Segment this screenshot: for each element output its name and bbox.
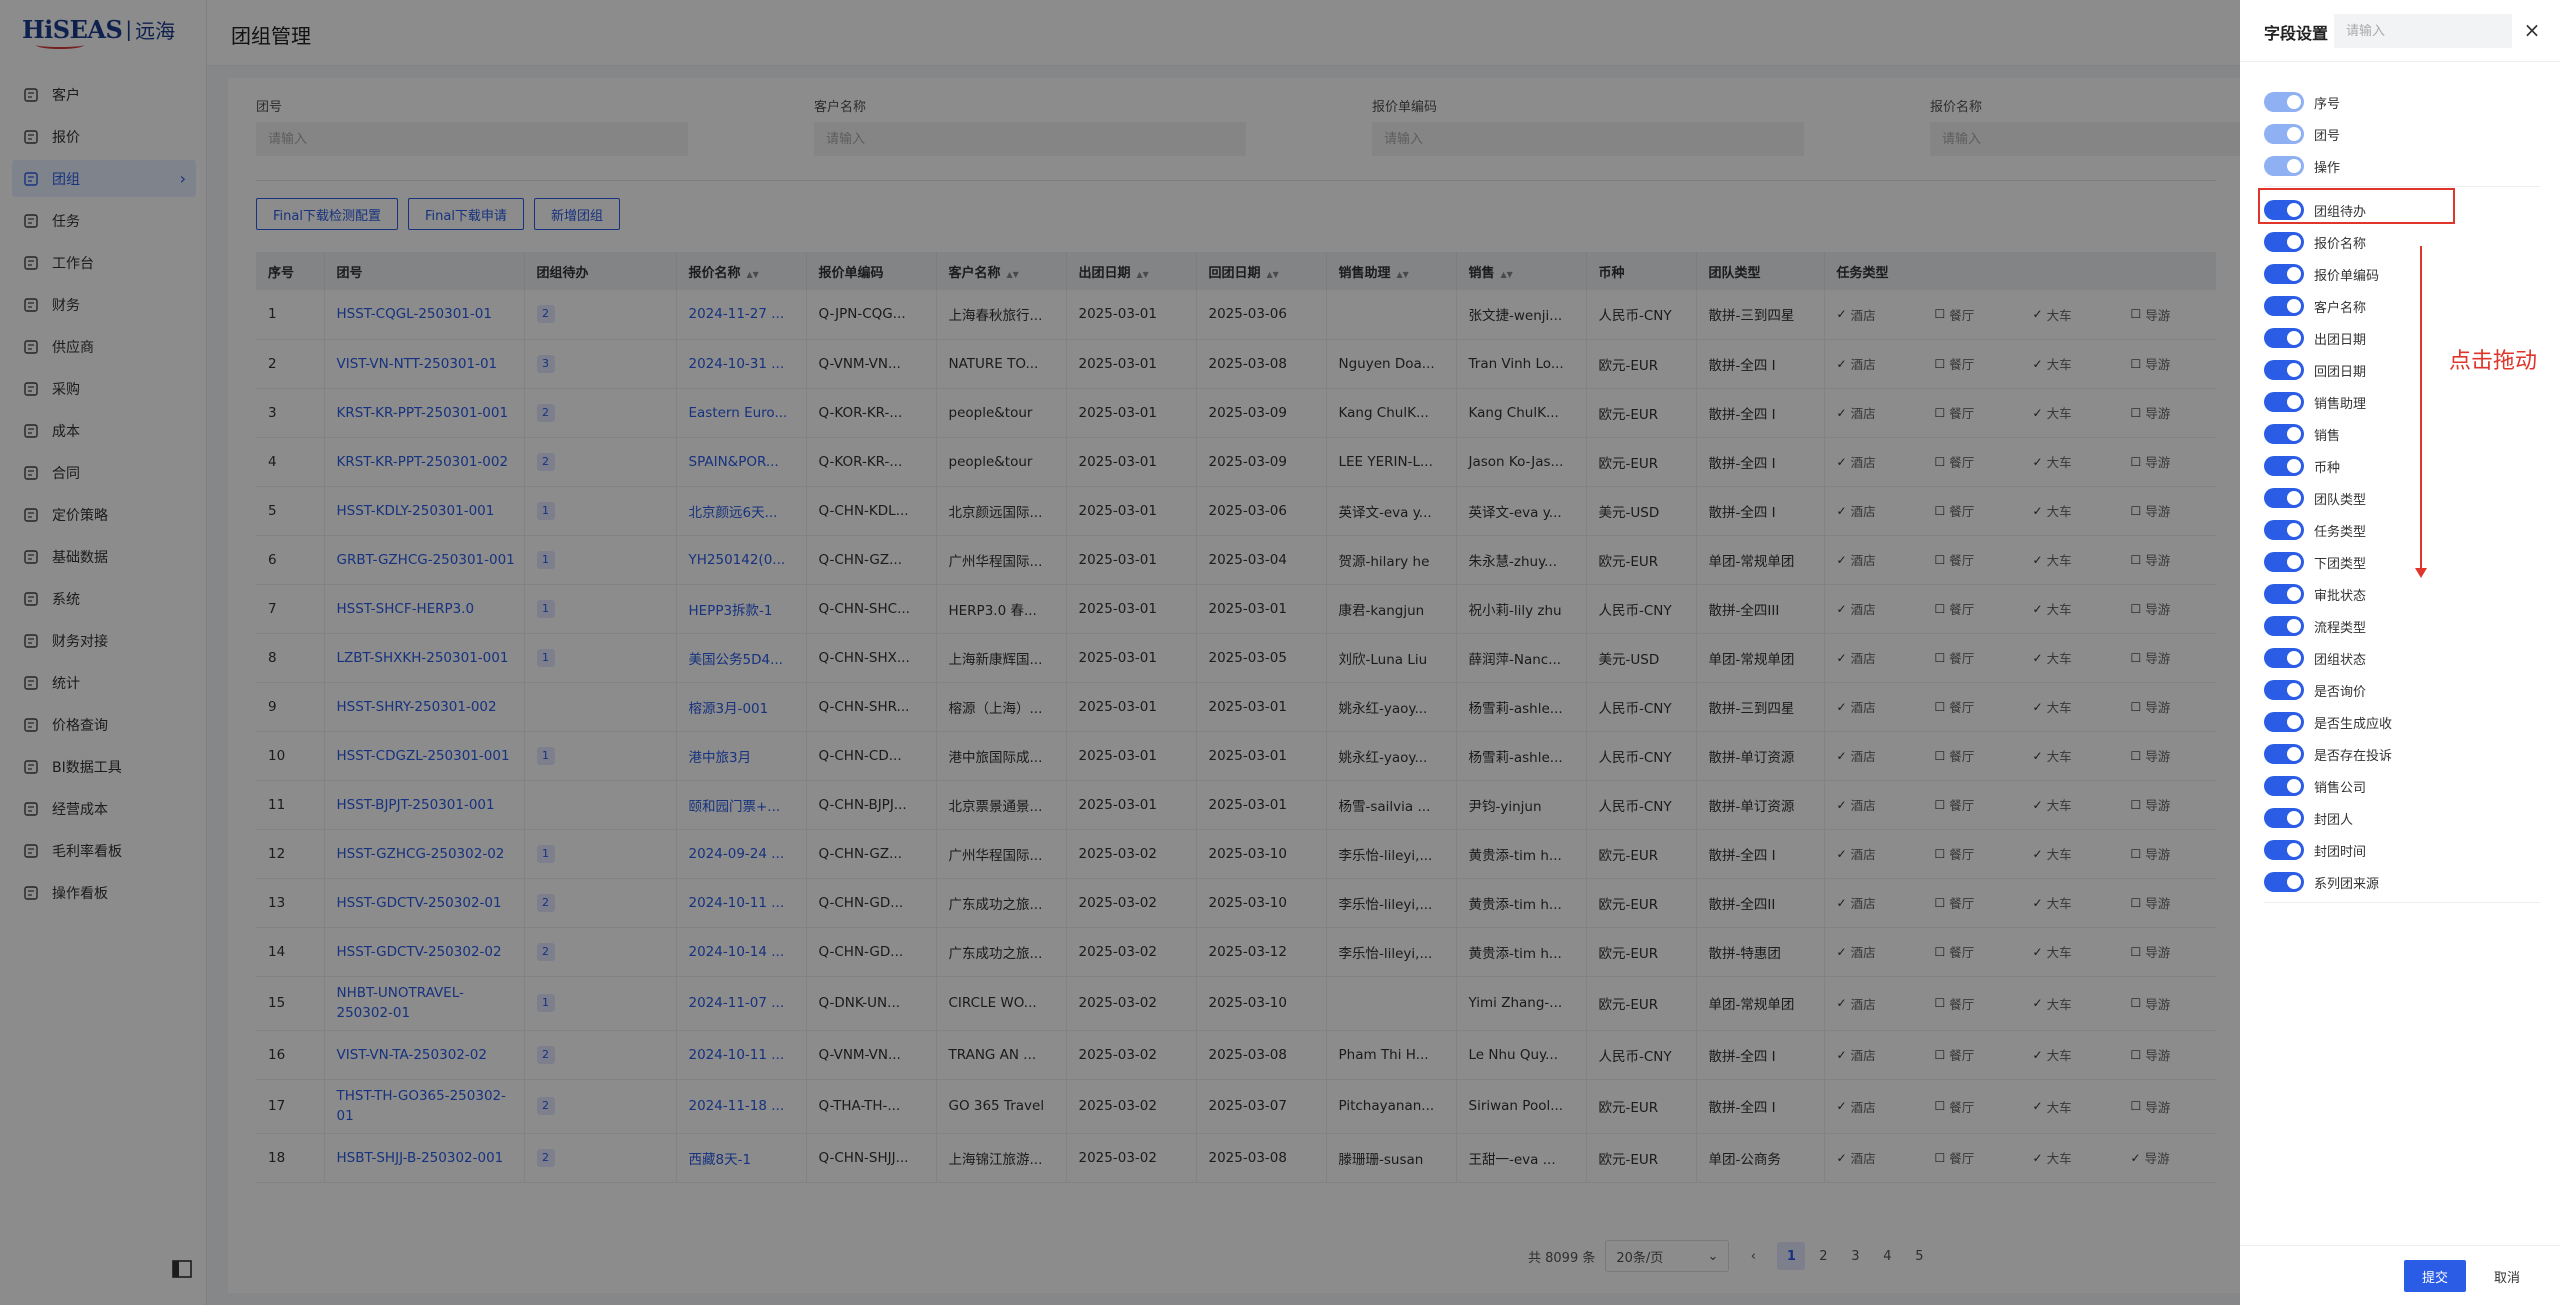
field-row[interactable]: 下团类型 — [2264, 548, 2366, 576]
field-toggle[interactable] — [2264, 552, 2304, 572]
field-row[interactable]: 流程类型 — [2264, 612, 2366, 640]
field-toggle[interactable] — [2264, 840, 2304, 860]
field-toggle[interactable] — [2264, 360, 2304, 380]
field-label: 报价名称 — [2314, 236, 2367, 252]
field-row[interactable]: 回团日期 — [2264, 356, 2366, 384]
field-label: 销售助理 — [2314, 396, 2367, 412]
field-row[interactable]: 封团人 — [2264, 804, 2353, 832]
field-toggle[interactable] — [2264, 808, 2304, 828]
drawer-footer: 提交 取消 — [2240, 1245, 2560, 1305]
field-row[interactable]: 销售 — [2264, 420, 2340, 448]
field-label: 序号 — [2314, 96, 2341, 112]
field-label: 流程类型 — [2314, 620, 2367, 636]
field-toggle[interactable] — [2264, 648, 2304, 668]
field-label: 客户名称 — [2314, 300, 2367, 316]
field-toggle[interactable] — [2264, 328, 2304, 348]
field-row[interactable]: 审批状态 — [2264, 580, 2366, 608]
field-label: 是否生成应收 — [2314, 716, 2393, 732]
field-row[interactable]: 系列团来源 — [2264, 868, 2379, 896]
field-toggle[interactable] — [2264, 680, 2304, 700]
locked-toggle — [2264, 156, 2304, 176]
field-row[interactable]: 销售助理 — [2264, 388, 2366, 416]
field-row[interactable]: 团组状态 — [2264, 644, 2366, 672]
field-row-locked: 团号 — [2264, 120, 2340, 148]
field-label: 销售 — [2314, 428, 2341, 444]
field-toggle[interactable] — [2264, 616, 2304, 636]
field-row-locked: 序号 — [2264, 88, 2340, 116]
field-row[interactable]: 是否询价 — [2264, 676, 2366, 704]
highlight-box — [2258, 188, 2455, 224]
field-label: 是否存在投诉 — [2314, 748, 2393, 764]
field-toggle[interactable] — [2264, 296, 2304, 316]
field-label: 封团人 — [2314, 812, 2354, 828]
submit-button[interactable]: 提交 — [2404, 1260, 2466, 1292]
field-label: 团号 — [2314, 128, 2341, 144]
field-row[interactable]: 任务类型 — [2264, 516, 2366, 544]
field-toggle[interactable] — [2264, 232, 2304, 252]
close-icon[interactable]: × — [2520, 18, 2544, 42]
field-label: 出团日期 — [2314, 332, 2367, 348]
field-label: 封团时间 — [2314, 844, 2367, 860]
field-row[interactable]: 是否存在投诉 — [2264, 740, 2392, 768]
field-toggle[interactable] — [2264, 488, 2304, 508]
field-row[interactable]: 报价单编码 — [2264, 260, 2379, 288]
field-group-divider — [2264, 186, 2540, 187]
drag-arrow — [2415, 246, 2427, 578]
field-row[interactable]: 出团日期 — [2264, 324, 2366, 352]
field-row[interactable]: 团队类型 — [2264, 484, 2366, 512]
field-label: 币种 — [2314, 460, 2341, 476]
field-toggle[interactable] — [2264, 744, 2304, 764]
app-root: HiSEAS | 远海 客户 报价 团组 › 任务 工作台 财务 供应商 采购 成本 合同 定价策略基… — [0, 0, 2560, 1305]
field-row[interactable]: 客户名称 — [2264, 292, 2366, 320]
field-toggle[interactable] — [2264, 424, 2304, 444]
modal-overlay[interactable] — [0, 0, 2560, 1305]
field-label: 任务类型 — [2314, 524, 2367, 540]
field-search-input[interactable] — [2334, 14, 2512, 48]
drawer-title: 字段设置 — [2264, 24, 2329, 43]
field-toggle[interactable] — [2264, 520, 2304, 540]
drag-hint-text: 点击拖动 — [2449, 349, 2538, 374]
field-row[interactable]: 币种 — [2264, 452, 2340, 480]
field-toggle[interactable] — [2264, 456, 2304, 476]
field-toggle[interactable] — [2264, 776, 2304, 796]
field-toggle[interactable] — [2264, 392, 2304, 412]
field-label: 团队类型 — [2314, 492, 2367, 508]
field-label: 回团日期 — [2314, 364, 2367, 380]
field-label: 审批状态 — [2314, 588, 2367, 604]
field-label: 销售公司 — [2314, 780, 2367, 796]
field-row[interactable]: 销售公司 — [2264, 772, 2366, 800]
field-label: 是否询价 — [2314, 684, 2367, 700]
field-toggle[interactable] — [2264, 264, 2304, 284]
field-label: 报价单编码 — [2314, 268, 2380, 284]
field-row[interactable]: 报价名称 — [2264, 228, 2366, 256]
field-row[interactable]: 封团时间 — [2264, 836, 2366, 864]
field-group-divider — [2264, 902, 2540, 903]
field-label: 系列团来源 — [2314, 876, 2380, 892]
field-label: 团组状态 — [2314, 652, 2367, 668]
drawer-header: 字段设置 × — [2240, 0, 2560, 62]
locked-toggle — [2264, 124, 2304, 144]
field-toggle[interactable] — [2264, 712, 2304, 732]
field-row[interactable]: 是否生成应收 — [2264, 708, 2392, 736]
field-label: 操作 — [2314, 160, 2341, 176]
field-toggle[interactable] — [2264, 584, 2304, 604]
locked-toggle — [2264, 92, 2304, 112]
field-label: 下团类型 — [2314, 556, 2367, 572]
cancel-button[interactable]: 取消 — [2476, 1260, 2538, 1292]
field-row-locked: 操作 — [2264, 152, 2340, 180]
field-toggle[interactable] — [2264, 872, 2304, 892]
